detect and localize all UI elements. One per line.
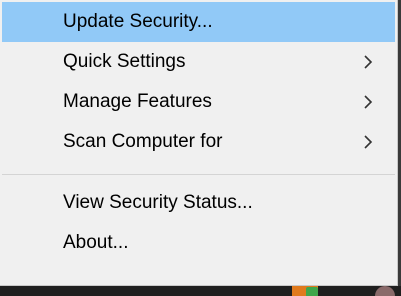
menu-item-view-security-status[interactable]: View Security Status... [2, 183, 395, 223]
chevron-right-icon [363, 135, 373, 149]
menu-item-update-security[interactable]: Update Security... [2, 2, 395, 42]
menu-item-label: About... [63, 232, 129, 253]
chevron-right-icon [363, 95, 373, 109]
taskbar [0, 286, 401, 296]
menu-item-label: Quick Settings [63, 51, 186, 72]
tray-security-icon[interactable] [306, 287, 318, 296]
menu-item-label: Scan Computer for [63, 131, 223, 152]
chevron-right-icon [363, 55, 373, 69]
context-menu: Update Security... Quick Settings Manage… [0, 0, 398, 286]
tray-network-icon[interactable] [375, 286, 395, 296]
desktop: Update Security... Quick Settings Manage… [0, 0, 401, 296]
menu-item-label: Manage Features [63, 91, 212, 112]
menu-item-manage-features[interactable]: Manage Features [2, 82, 395, 122]
menu-item-label: Update Security... [63, 11, 213, 32]
menu-item-about[interactable]: About... [2, 223, 395, 263]
menu-separator [2, 174, 395, 175]
menu-item-label: View Security Status... [63, 192, 253, 213]
menu-item-quick-settings[interactable]: Quick Settings [2, 42, 395, 82]
menu-item-scan-computer[interactable]: Scan Computer for [2, 122, 395, 162]
